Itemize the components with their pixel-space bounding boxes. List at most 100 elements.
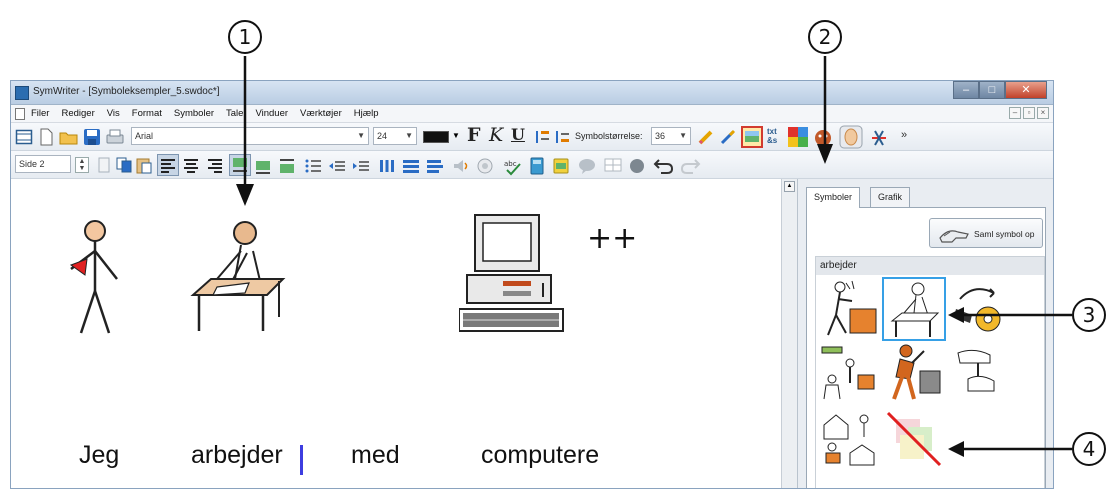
save-icon[interactable]	[83, 128, 101, 146]
toolbar-overflow-icon[interactable]: »	[901, 129, 907, 141]
picture-icon[interactable]	[741, 126, 763, 148]
person-with-box-symbol[interactable]	[820, 279, 880, 339]
page-selector[interactable]: Side 2	[15, 155, 71, 173]
chevron-down-icon: ▼	[679, 131, 687, 140]
callout-4: 4	[1072, 432, 1106, 466]
font-size-value: 24	[377, 131, 388, 141]
document-icon	[15, 108, 25, 120]
plural-mark: ++	[587, 221, 638, 256]
text-symbol-toggle-icon[interactable]: txt &s	[767, 127, 777, 145]
decrease-indent-icon[interactable]	[327, 156, 347, 176]
collapse-panel-icon[interactable]: ▲	[784, 181, 795, 192]
tab-grafik[interactable]: Grafik	[870, 187, 911, 207]
new-document-icon[interactable]	[37, 128, 55, 146]
underline-button[interactable]: U	[511, 125, 525, 144]
font-size-select[interactable]: 24 ▼	[373, 127, 417, 145]
pick-up-symbol-button[interactable]: Saml symbol op	[929, 218, 1043, 248]
page-spinner-icon[interactable]: ▲ ▼	[75, 157, 89, 173]
font-select[interactable]: Arial ▼	[131, 127, 369, 145]
symbol-middle-icon[interactable]	[253, 156, 273, 176]
face-icon[interactable]	[813, 128, 833, 148]
speaker-icon[interactable]	[451, 156, 471, 176]
symbol-size-label: Symbolstørrelse:	[575, 131, 643, 141]
close-icon[interactable]: ✕	[1005, 81, 1047, 99]
menu-hjaelp[interactable]: Hjælp	[354, 108, 379, 119]
text-color-icon[interactable]	[423, 131, 449, 143]
hand-pull-symbol[interactable]	[950, 343, 1010, 403]
speech-bubble-icon[interactable]	[577, 156, 597, 176]
redo-icon[interactable]	[679, 156, 701, 176]
tab-symboler[interactable]: Symboler	[806, 187, 861, 208]
print-icon[interactable]	[105, 128, 125, 146]
menu-bar: Filer Rediger Vis Format Symboler Tale V…	[11, 105, 1053, 123]
pencil-icon[interactable]	[697, 128, 715, 146]
chevron-down-icon[interactable]: ▼	[452, 131, 460, 140]
menu-format[interactable]: Format	[132, 108, 162, 119]
menu-vinduer[interactable]: Vinduer	[255, 108, 288, 119]
cursor-settings-icon[interactable]	[627, 156, 647, 176]
symbols-tab-content: Saml symbol op arbejder	[806, 207, 1046, 488]
grid-icon[interactable]	[377, 156, 397, 176]
computer-symbol	[459, 214, 564, 332]
align-left-icon[interactable]	[157, 154, 179, 176]
symwriter-window: SymWriter - [Symboleksempler_5.swdoc*] –…	[10, 80, 1054, 489]
frame-icon[interactable]	[15, 128, 33, 146]
text-cursor	[300, 445, 303, 475]
gear-symbol[interactable]	[950, 279, 1010, 339]
undo-icon[interactable]	[653, 156, 675, 176]
screen-grid-icon[interactable]	[603, 156, 623, 176]
symbol-search-word: arbejder	[816, 257, 1044, 275]
superscript-icon[interactable]	[533, 128, 551, 146]
scissors-icon[interactable]	[869, 128, 889, 148]
layout-toolbar: Side 2 ▲ ▼ abc	[11, 151, 1053, 179]
subscript-icon[interactable]	[553, 128, 571, 146]
person-at-desk-symbol[interactable]	[882, 277, 946, 341]
symbol-panel: Symboler Grafik Saml symbol op arbejder	[797, 179, 1053, 488]
person-hammering-symbol[interactable]	[884, 343, 944, 403]
align-right-icon[interactable]	[205, 156, 225, 176]
workplace-scene-symbol[interactable]	[820, 409, 880, 469]
bullet-list-icon[interactable]	[303, 156, 323, 176]
symbol-size-select[interactable]: 36 ▼	[651, 127, 691, 145]
symbol-top-icon[interactable]	[229, 154, 251, 176]
paragraph-spacing-icon[interactable]	[425, 156, 445, 176]
menu-filer[interactable]: Filer	[31, 108, 49, 119]
paste-icon[interactable]	[135, 156, 153, 174]
italic-button[interactable]: K	[489, 124, 503, 146]
menu-vaerktojer[interactable]: Værktøjer	[300, 108, 342, 119]
copy-icon[interactable]	[115, 156, 133, 174]
no-symbol[interactable]	[884, 409, 944, 469]
minimize-icon[interactable]: –	[953, 81, 979, 99]
menu-rediger[interactable]: Rediger	[61, 108, 94, 119]
menu-symboler[interactable]: Symboler	[174, 108, 214, 119]
pen-icon[interactable]	[719, 128, 737, 146]
symbol-choices: arbejder	[815, 256, 1045, 488]
align-center-icon[interactable]	[181, 156, 201, 176]
symbol-colors-icon[interactable]	[787, 126, 809, 148]
spell-check-icon[interactable]: abc	[503, 156, 523, 176]
line-spacing-icon[interactable]	[401, 156, 421, 176]
menu-vis[interactable]: Vis	[107, 108, 120, 119]
open-folder-icon[interactable]	[59, 128, 79, 146]
window-title: SymWriter - [Symboleksempler_5.swdoc*]	[33, 86, 220, 97]
wordlist-icon[interactable]	[551, 156, 571, 176]
increase-indent-icon[interactable]	[351, 156, 371, 176]
mdi-restore-icon[interactable]: ▫	[1023, 107, 1035, 119]
window-controls: – □ ✕	[953, 81, 1047, 99]
chevron-down-icon: ▼	[405, 131, 413, 140]
cut-icon[interactable]	[95, 156, 113, 174]
bold-button[interactable]: F	[467, 124, 481, 146]
callout-2: 2	[808, 20, 842, 54]
document-area[interactable]: Jeg arbejder med ++ computere	[11, 179, 781, 488]
menu-tale[interactable]: Tale	[226, 108, 243, 119]
dictionary-icon[interactable]	[527, 156, 547, 176]
speech-settings-icon[interactable]	[475, 156, 495, 176]
panel-splitter[interactable]: ▲	[781, 179, 797, 488]
callout-3: 3	[1072, 298, 1106, 332]
maximize-icon[interactable]: □	[979, 81, 1005, 99]
boundary-icon[interactable]	[839, 125, 863, 149]
symbol-bottom-icon[interactable]	[277, 156, 297, 176]
mdi-close-icon[interactable]: ×	[1037, 107, 1049, 119]
mdi-minimize-icon[interactable]: –	[1009, 107, 1021, 119]
group-working-symbol[interactable]	[820, 343, 880, 403]
